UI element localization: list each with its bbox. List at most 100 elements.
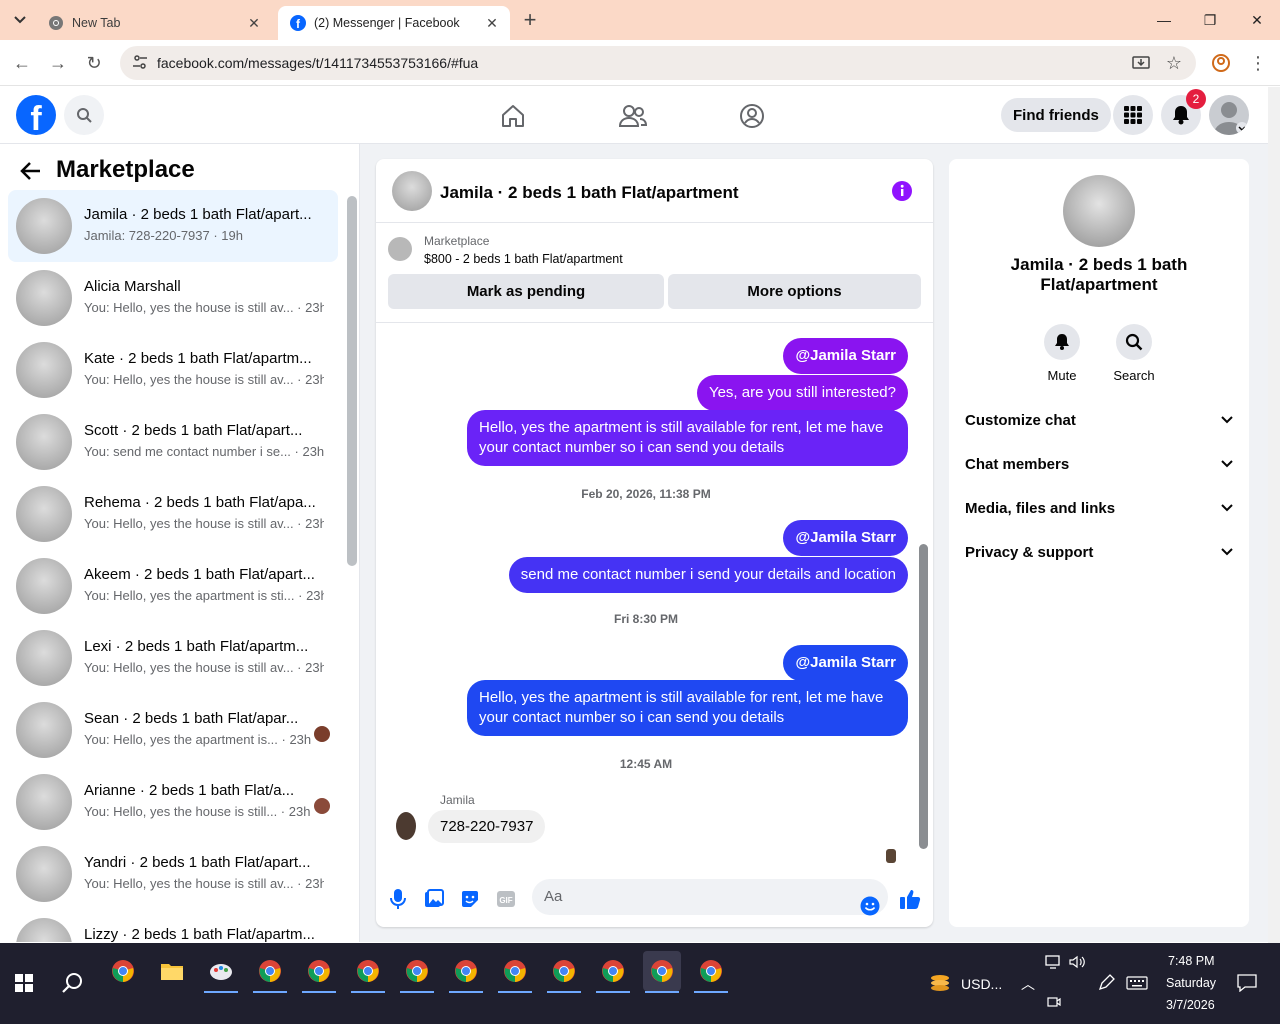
chrome-taskbar-icon[interactable] [104, 951, 142, 991]
reload-icon[interactable]: ↻ [81, 50, 107, 76]
outgoing-message[interactable]: Hello, yes the apartment is still availa… [467, 410, 908, 466]
chat-avatar[interactable] [392, 171, 432, 211]
volume-icon[interactable] [1069, 955, 1085, 969]
address-bar[interactable]: facebook.com/messages/t/1411734553753166… [120, 46, 1196, 80]
search-in-conversation-button[interactable]: Search [1104, 324, 1164, 383]
conversation-item[interactable]: Akeem · 2 beds 1 bath Flat/apart... You:… [8, 550, 338, 622]
menu-kebab-icon[interactable]: ⋮ [1245, 50, 1271, 76]
customize-chat-item[interactable]: Customize chat [965, 398, 1233, 442]
list-scrollbar[interactable] [347, 196, 357, 566]
account-avatar[interactable] [1209, 95, 1249, 135]
chrome-profile-icon[interactable] [251, 951, 289, 993]
friends-icon[interactable] [618, 101, 648, 131]
chrome-profile-icon[interactable] [398, 951, 436, 993]
close-window-icon[interactable]: ✕ [1234, 0, 1280, 40]
chat-title[interactable]: Jamila · 2 beds 1 bath Flat/apartment [440, 183, 739, 203]
close-tab-icon[interactable]: ✕ [246, 15, 262, 31]
clock-date[interactable]: 3/7/2026 [1166, 998, 1215, 1012]
more-options-button[interactable]: More options [668, 274, 921, 309]
outgoing-message[interactable]: Yes, are you still interested? [696, 375, 908, 411]
outgoing-message[interactable]: send me contact number i send your detai… [508, 557, 908, 593]
info-icon[interactable] [891, 180, 913, 202]
conversation-name: Yandri · 2 beds 1 bath Flat/apart... [84, 854, 311, 871]
chrome-profile-icon[interactable] [692, 951, 730, 993]
listing-thumbnail [16, 918, 72, 942]
find-friends-button[interactable]: Find friends [1001, 98, 1111, 132]
groups-icon[interactable] [737, 101, 767, 131]
tray-overflow-chevron-icon[interactable]: ︿ [1021, 974, 1035, 994]
conversation-item[interactable]: Alicia Marshall You: Hello, yes the hous… [8, 262, 338, 334]
windows-start-icon[interactable] [5, 963, 43, 1003]
chrome-profile-icon[interactable] [496, 951, 534, 993]
clock-day[interactable]: Saturday [1166, 976, 1216, 990]
conversation-item[interactable]: Kate · 2 beds 1 bath Flat/apartm... You:… [8, 334, 338, 406]
conversation-item[interactable]: Yandri · 2 beds 1 bath Flat/apart... You… [8, 838, 338, 910]
page-scrollbar[interactable] [1268, 87, 1280, 943]
microphone-icon[interactable] [387, 888, 409, 910]
taskbar-search-icon[interactable] [53, 963, 91, 1003]
search-icon[interactable] [64, 95, 104, 135]
facebook-logo-icon[interactable]: f [16, 95, 56, 135]
back-icon[interactable]: ← [9, 50, 35, 76]
pen-icon[interactable] [1097, 974, 1115, 992]
sticker-icon[interactable] [459, 888, 481, 910]
site-info-icon[interactable] [132, 54, 148, 70]
close-tab-icon[interactable]: ✕ [484, 15, 500, 31]
conversation-item[interactable]: Rehema · 2 beds 1 bath Flat/apa... You: … [8, 478, 338, 550]
listing-title[interactable]: $800 - 2 beds 1 bath Flat/apartment [424, 252, 623, 266]
keyboard-icon[interactable] [1126, 976, 1148, 990]
chrome-profile-icon[interactable] [447, 951, 485, 993]
mention-bubble[interactable]: @Jamila Starr [783, 645, 908, 681]
conversation-item[interactable]: Scott · 2 beds 1 bath Flat/apart... You:… [8, 406, 338, 478]
minimize-icon[interactable]: — [1141, 0, 1187, 40]
profile-icon[interactable] [1208, 50, 1234, 76]
chat-members-item[interactable]: Chat members [965, 442, 1233, 486]
restore-icon[interactable]: ❐ [1187, 0, 1233, 40]
clock-time[interactable]: 7:48 PM [1168, 954, 1215, 968]
paint-app-icon[interactable] [202, 951, 240, 993]
mute-button[interactable]: Mute [1032, 324, 1092, 383]
media-files-links-item[interactable]: Media, files and links [965, 486, 1233, 530]
menu-grid-icon[interactable] [1113, 95, 1153, 135]
message-input[interactable]: Aa [532, 879, 888, 915]
mention-bubble[interactable]: @Jamila Starr [783, 520, 908, 556]
chrome-profile-icon[interactable] [300, 951, 338, 993]
currency-widget-icon[interactable] [921, 963, 959, 1003]
mention-bubble[interactable]: @Jamila Starr [783, 338, 908, 374]
tab-search-dropdown-icon[interactable] [8, 8, 32, 32]
emoji-icon[interactable] [859, 895, 881, 917]
conversation-item[interactable]: Jamila · 2 beds 1 bath Flat/apart... Jam… [8, 190, 338, 262]
conversation-item[interactable]: Arianne · 2 beds 1 bath Flat/a... You: H… [8, 766, 338, 838]
chrome-profile-icon[interactable] [545, 951, 583, 993]
bookmark-star-icon[interactable]: ☆ [1166, 53, 1182, 74]
chrome-active-window-icon[interactable] [643, 951, 681, 993]
outgoing-message[interactable]: Hello, yes the apartment is still availa… [467, 680, 908, 736]
meet-now-icon[interactable] [1047, 995, 1061, 1009]
back-arrow-icon[interactable] [20, 160, 42, 182]
file-explorer-icon[interactable] [153, 951, 191, 991]
photo-icon[interactable] [423, 888, 445, 910]
conversation-item[interactable]: Sean · 2 beds 1 bath Flat/apar... You: H… [8, 694, 338, 766]
mark-pending-button[interactable]: Mark as pending [388, 274, 664, 309]
sender-avatar[interactable] [396, 812, 416, 840]
conversation-name: Jamila · 2 beds 1 bath Flat/apart... [84, 206, 312, 223]
chrome-profile-icon[interactable] [349, 951, 387, 993]
thread-scrollbar[interactable] [919, 544, 928, 849]
network-icon[interactable] [1045, 955, 1063, 969]
listing-avatar[interactable] [1063, 175, 1135, 247]
tab-messenger[interactable]: f (2) Messenger | Facebook ✕ [278, 6, 510, 40]
gif-icon[interactable]: GIF [495, 888, 517, 910]
conversation-item[interactable]: Lizzy · 2 beds 1 bath Flat/apartm... [8, 910, 338, 942]
new-tab-button[interactable]: + [518, 7, 542, 32]
incoming-message[interactable]: 728-220-7937 [428, 810, 546, 843]
install-app-icon[interactable] [1132, 54, 1150, 72]
forward-icon[interactable]: → [45, 50, 71, 76]
like-thumb-icon[interactable] [899, 888, 921, 910]
conversation-item[interactable]: Lexi · 2 beds 1 bath Flat/apartm... You:… [8, 622, 338, 694]
privacy-support-item[interactable]: Privacy & support [965, 530, 1233, 574]
home-icon[interactable] [498, 101, 528, 131]
currency-widget-label[interactable]: USD... [961, 976, 1002, 992]
chrome-profile-icon[interactable] [594, 951, 632, 993]
tab-new-tab[interactable]: New Tab ✕ [36, 6, 272, 40]
notification-center-icon[interactable] [1237, 974, 1257, 992]
